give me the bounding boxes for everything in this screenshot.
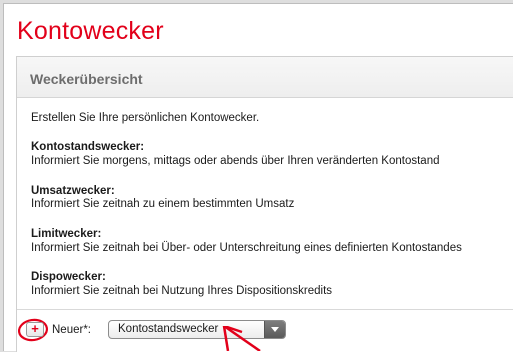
chevron-down-icon[interactable]: [264, 321, 285, 338]
select-value: Kontostandswecker: [118, 323, 219, 335]
section-text-umsatzwecker: Informiert Sie zeitnah zu einem bestimmt…: [31, 198, 295, 210]
section-text-dispowecker: Informiert Sie zeitnah bei Nutzung Ihres…: [31, 285, 333, 297]
plus-icon: +: [31, 321, 39, 336]
panel-title: Weckerübersicht: [30, 71, 143, 87]
section-text-kontostandswecker: Informiert Sie morgens, mittags oder abe…: [31, 155, 440, 167]
page-title: Kontowecker: [17, 17, 164, 45]
section-heading-kontostandswecker: Kontostandswecker:: [31, 141, 145, 153]
annotation-arrow-icon: [222, 326, 261, 351]
footer-divider: [17, 309, 513, 310]
page: Kontowecker Weckerübersicht Erstellen Si…: [3, 3, 513, 352]
section-text-limitwecker: Informiert Sie zeitnah bei Über- oder Un…: [31, 242, 462, 254]
panel-header: Weckerübersicht: [17, 57, 513, 98]
intro-text: Erstellen Sie Ihre persönlichen Kontowec…: [31, 112, 260, 124]
add-wecker-button[interactable]: +: [26, 322, 44, 337]
section-heading-limitwecker: Limitwecker:: [31, 228, 102, 240]
section-heading-dispowecker: Dispowecker:: [31, 271, 106, 283]
section-heading-umsatzwecker: Umsatzwecker:: [31, 185, 115, 197]
wecker-overview-panel: Weckerübersicht Erstellen Sie Ihre persö…: [16, 56, 513, 352]
new-wecker-label: Neuer*:: [52, 324, 91, 336]
